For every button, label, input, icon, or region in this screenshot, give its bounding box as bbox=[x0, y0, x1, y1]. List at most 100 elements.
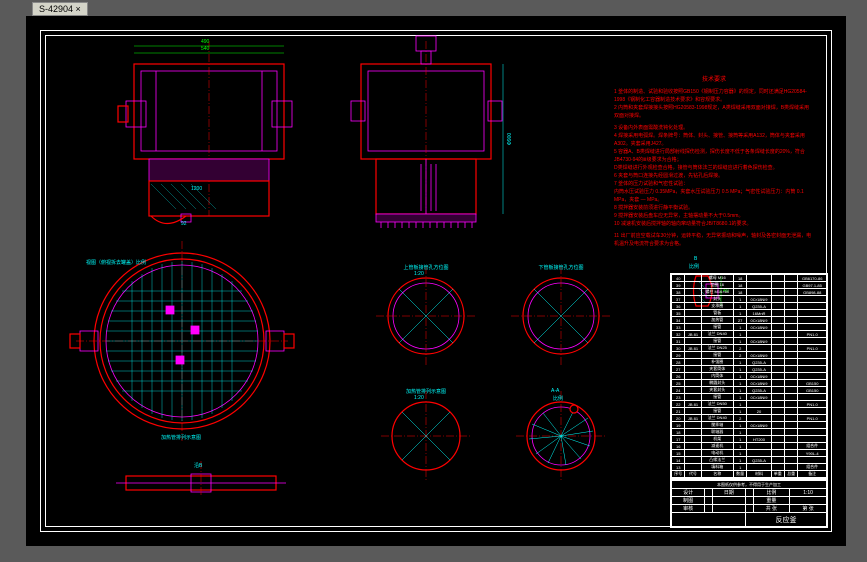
bom-cell: 1 bbox=[733, 331, 746, 338]
bom-cell bbox=[771, 324, 784, 331]
bom-cell bbox=[685, 422, 701, 429]
bom-header: 总重 bbox=[785, 471, 798, 478]
bom-cell bbox=[771, 310, 784, 317]
tab-label: S-42904 × bbox=[39, 4, 81, 14]
notes-line: 10 减速机安装后搅拌轴的轴向窜动量符合JB/T8680.1的要求。 bbox=[614, 220, 814, 228]
bom-cell bbox=[685, 387, 701, 394]
bom-cell bbox=[798, 352, 827, 359]
bom-cell: 1 bbox=[733, 338, 746, 345]
bom-cell bbox=[747, 345, 771, 352]
section-bottom-title: 沿B bbox=[194, 462, 202, 469]
bom-cell: 21 bbox=[672, 408, 685, 415]
bom-cell bbox=[785, 338, 798, 345]
bom-cell bbox=[798, 408, 827, 415]
bom-cell: 18 bbox=[733, 289, 746, 296]
bom-cell bbox=[685, 303, 701, 310]
bom-cell: 1 bbox=[733, 457, 746, 464]
bom-cell bbox=[771, 436, 784, 443]
bom-cell: 0Cr18Ni9 bbox=[747, 394, 771, 401]
bom-cell bbox=[771, 338, 784, 345]
bom-cell: 0Cr18Ni9 bbox=[747, 422, 771, 429]
bom-cell: 联轴器 bbox=[701, 429, 733, 436]
titleblock-cell bbox=[712, 505, 745, 513]
bom-cell: 加热管 bbox=[701, 317, 733, 324]
bom-cell: GB97.1-85 bbox=[798, 282, 827, 289]
bom-header: 数量 bbox=[733, 471, 746, 478]
titleblock-cell bbox=[745, 489, 753, 497]
bom-cell: 补强圈 bbox=[701, 359, 733, 366]
circle-br-title: A-A bbox=[551, 388, 559, 394]
bom-cell: 34 bbox=[672, 317, 685, 324]
notes-line: D类焊缝进行外观检查合格，接管与筒体法兰的焊缝应进行着色探伤检查。 bbox=[614, 164, 814, 172]
notes-line: 内筒水压试验压力 0.35MPa，夹套水压试验压力 0.5 MPa；气密性试验压… bbox=[614, 188, 814, 204]
file-tab[interactable]: S-42904 × bbox=[32, 2, 88, 16]
bom-cell: 0Cr18Ni9 bbox=[747, 380, 771, 387]
dim-top-2: 540 bbox=[201, 46, 209, 52]
bom-cell bbox=[747, 282, 771, 289]
bom-cell: 内筒体 bbox=[701, 373, 733, 380]
bom-cell: 2 bbox=[733, 415, 746, 422]
bom-cell: 接管 bbox=[701, 352, 733, 359]
bom-cell: JB 81 bbox=[685, 415, 701, 422]
bom-cell: 32 bbox=[672, 331, 685, 338]
bom-cell: 1 bbox=[733, 422, 746, 429]
bom-cell: 19 bbox=[672, 422, 685, 429]
bom-cell bbox=[685, 373, 701, 380]
bom-cell bbox=[747, 289, 771, 296]
bom-cell bbox=[685, 429, 701, 436]
bom-cell: 支承圈 bbox=[701, 303, 733, 310]
bom-cell: 20 bbox=[747, 408, 771, 415]
bom-cell bbox=[685, 338, 701, 345]
bom-cell bbox=[785, 436, 798, 443]
bom-cell: 1 bbox=[733, 296, 746, 303]
circle-tl-scale: 1:20 bbox=[414, 271, 424, 277]
bom-cell bbox=[771, 422, 784, 429]
bom-cell bbox=[771, 289, 784, 296]
bom-cell: 接管 bbox=[701, 324, 733, 331]
dim-bottom-1: 1200 bbox=[191, 186, 202, 192]
titleblock-cell: 制图 bbox=[672, 497, 705, 505]
bom-cell bbox=[785, 352, 798, 359]
detail-b-title: B bbox=[694, 256, 697, 262]
bom-cell: 减速机 bbox=[701, 443, 733, 450]
bom-cell bbox=[798, 303, 827, 310]
bom-cell: 1 bbox=[733, 394, 746, 401]
bom-cell: 1 bbox=[733, 373, 746, 380]
bom-cell bbox=[747, 450, 771, 457]
bom-cell bbox=[771, 275, 784, 282]
bom-header: 备注 bbox=[798, 471, 827, 478]
bom-cell bbox=[685, 443, 701, 450]
titleblock-cell bbox=[705, 489, 713, 497]
bom-cell bbox=[785, 331, 798, 338]
bom-cell: 26 bbox=[672, 373, 685, 380]
bom-cell: PN1.0 bbox=[798, 415, 827, 422]
bom-cell: 25 bbox=[672, 380, 685, 387]
bom-cell: 组合件 bbox=[798, 464, 827, 471]
bom-cell: 15 bbox=[672, 450, 685, 457]
bom-cell bbox=[747, 429, 771, 436]
bom-cell bbox=[798, 324, 827, 331]
bom-cell bbox=[771, 373, 784, 380]
bom-cell: Q235-A bbox=[747, 303, 771, 310]
bom-cell bbox=[747, 401, 771, 408]
bom-header: 单重 bbox=[771, 471, 784, 478]
notes-line: 2 内筒和夹套焊接接头按照HG20583-1998规定，A类焊缝采用双面对接焊，… bbox=[614, 104, 814, 120]
technical-notes: 技术要求 1 釜体的制造、试验和验收按照GB150《钢制压力容器》的规定，同时还… bbox=[614, 76, 814, 248]
circle-bl-scale: 1:20 bbox=[414, 395, 424, 401]
bom-cell bbox=[785, 450, 798, 457]
bom-cell bbox=[785, 324, 798, 331]
bom-cell bbox=[685, 380, 701, 387]
bom-cell bbox=[785, 310, 798, 317]
bom-cell bbox=[785, 387, 798, 394]
circle-bl-title: 加热管排列示意图 bbox=[396, 388, 456, 395]
bom-cell bbox=[771, 380, 784, 387]
bom-cell: 13 bbox=[672, 464, 685, 471]
bom-cell bbox=[785, 408, 798, 415]
bom-cell bbox=[785, 415, 798, 422]
bom-cell bbox=[771, 303, 784, 310]
dim-bottom-2: 92 bbox=[181, 221, 187, 227]
titleblock-cell: 共 张 bbox=[753, 505, 790, 513]
bom-cell: 封头 bbox=[701, 296, 733, 303]
bom-cell: 1 bbox=[733, 408, 746, 415]
titleblock-cell bbox=[790, 497, 827, 505]
